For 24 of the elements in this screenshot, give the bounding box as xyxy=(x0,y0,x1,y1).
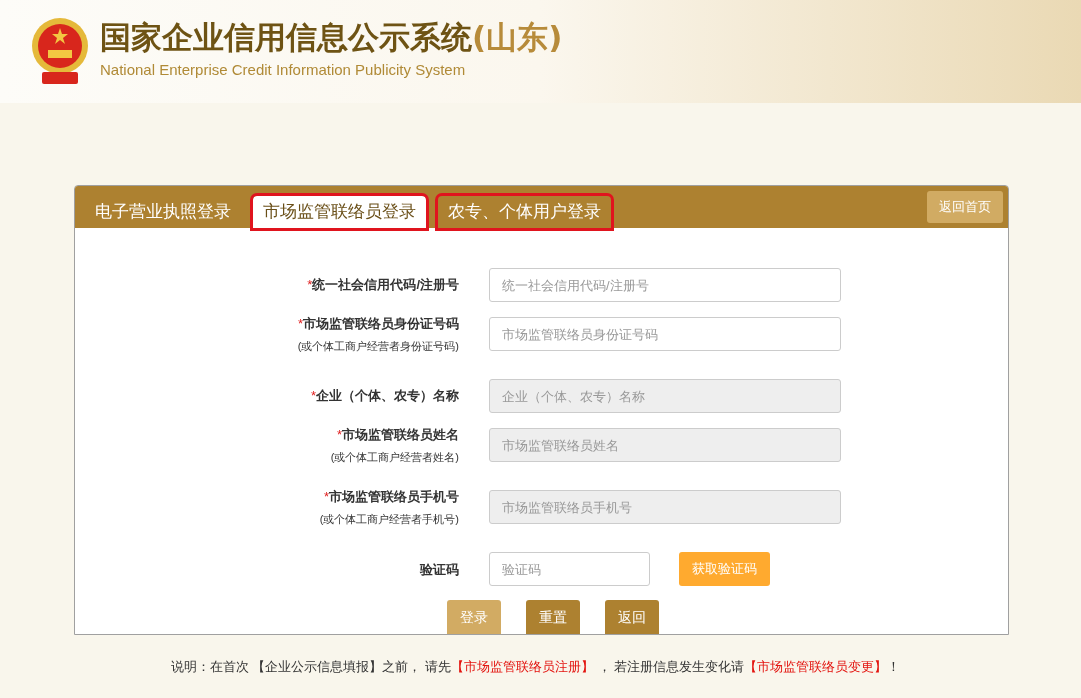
captcha-input-field[interactable]: 验证码 xyxy=(489,552,650,586)
register-link[interactable]: 【市场监管联络员注册】 xyxy=(451,659,594,674)
form-button[interactable]: 重置 xyxy=(525,600,580,634)
field-label: *市场监管联络员身份证号码 xyxy=(297,315,459,333)
login-tab[interactable]: 市场监管联络员登录 xyxy=(253,196,426,228)
text-input-field[interactable]: 市场监管联络员身份证号码 xyxy=(489,317,841,351)
instruction-note: 说明：在首次 【企业公示信息填报】之前， 请先【市场监管联络员注册】 ， 若注册信息发生变化请【市场监管联络员变更】！ xyxy=(170,658,901,676)
back-home-button[interactable]: 返回首页 xyxy=(927,191,1003,223)
field-note: (或个体工商户经营者手机号) xyxy=(319,511,459,527)
login-tab[interactable]: 农专、个体用户登录 xyxy=(438,196,611,228)
register-link[interactable]: 【市场监管联络员变更】 xyxy=(744,659,888,674)
site-subtitle: National Enterprise Credit Information Publicity System xyxy=(100,59,467,80)
field-note: (或个体工商户经营者身份证号码) xyxy=(297,338,459,354)
field-label: *市场监管联络员手机号 xyxy=(323,488,459,506)
form-button[interactable]: 返回 xyxy=(604,600,659,634)
login-tab[interactable]: 电子营业执照登录 xyxy=(85,196,241,228)
field-label: *统一社会信用代码/注册号 xyxy=(307,276,459,295)
region-name: (山东) xyxy=(472,21,563,53)
field-note: (或个体工商户经营者姓名) xyxy=(330,449,459,465)
field-label: *企业（个体、农专）名称 xyxy=(310,387,459,406)
field-label: *市场监管联络员姓名 xyxy=(336,426,459,444)
field-label: 验证码 xyxy=(420,562,459,577)
get-code-button[interactable]: 获取验证码 xyxy=(679,552,770,586)
site-title: 国家企业信用信息公示系统 xyxy=(100,21,472,53)
